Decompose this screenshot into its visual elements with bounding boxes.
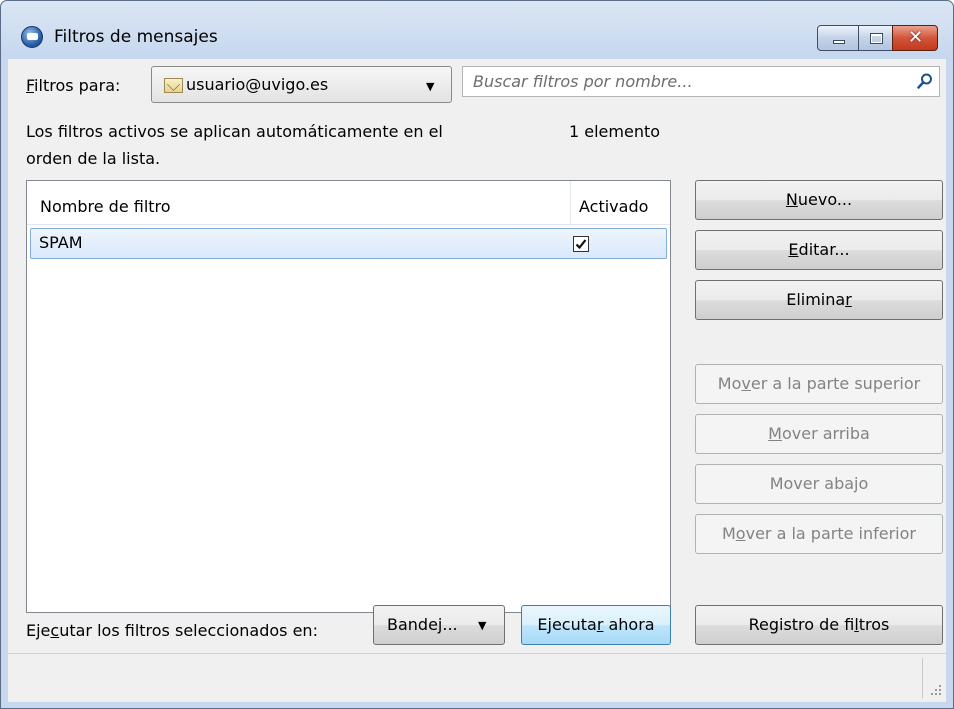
title-bar[interactable]: Filtros de mensajes ✕ xyxy=(1,1,953,59)
run-now-button[interactable]: Ejecutar ahora xyxy=(521,605,671,645)
delete-filter-button[interactable]: Eliminar xyxy=(695,280,943,320)
search-input[interactable] xyxy=(463,67,903,96)
chevron-down-icon: ▼ xyxy=(426,80,435,93)
thunderbird-icon xyxy=(21,26,43,48)
filter-enabled-checkbox[interactable] xyxy=(573,236,589,252)
move-up-button[interactable]: Mover arriba xyxy=(695,414,943,454)
chevron-down-icon: ▼ xyxy=(478,619,487,632)
folder-select-value: Bandej... xyxy=(387,615,458,634)
filter-name: SPAM xyxy=(39,233,83,252)
close-icon: ✕ xyxy=(908,27,924,48)
filter-list[interactable]: Nombre de filtro Activado SPAM xyxy=(26,180,671,613)
minimize-button[interactable] xyxy=(817,25,859,51)
move-to-bottom-button[interactable]: Mover a la parte inferior xyxy=(695,514,943,554)
filter-count: 1 elemento xyxy=(569,122,661,141)
account-value: usuario@uvigo.es xyxy=(186,75,329,94)
search-box[interactable] xyxy=(462,66,940,97)
info-text-line1: Los filtros activos se aplican automátic… xyxy=(26,122,443,141)
maximize-icon xyxy=(870,33,883,44)
filter-row[interactable]: SPAM xyxy=(30,228,667,259)
list-header: Nombre de filtro Activado xyxy=(27,181,670,225)
checkbox-checked-icon xyxy=(575,239,587,250)
info-text-line2: orden de la lista. xyxy=(26,149,161,168)
caption-buttons: ✕ xyxy=(817,25,938,51)
maximize-button[interactable] xyxy=(858,25,893,51)
column-separator[interactable] xyxy=(570,181,571,224)
run-filters-label: Ejecutar los filtros seleccionados en: xyxy=(26,621,318,640)
edit-filter-button[interactable]: Editar... xyxy=(695,230,943,270)
status-bar xyxy=(8,653,946,702)
filter-log-button[interactable]: Registro de filtros xyxy=(695,605,943,645)
new-filter-button[interactable]: Nuevo... xyxy=(695,180,943,220)
filters-window: Filtros de mensajes ✕ Filtros para: usua… xyxy=(0,0,954,709)
status-separator xyxy=(922,658,923,698)
column-header-name[interactable]: Nombre de filtro xyxy=(40,197,171,216)
column-header-enabled[interactable]: Activado xyxy=(579,197,648,216)
minimize-icon xyxy=(833,40,845,44)
window-title: Filtros de mensajes xyxy=(54,27,218,47)
account-select[interactable]: usuario@uvigo.es ▼ xyxy=(151,66,452,103)
resize-grip-icon[interactable] xyxy=(930,684,942,696)
dialog-body: Filtros para: usuario@uvigo.es ▼ Los fil… xyxy=(8,59,946,702)
folder-select[interactable]: Bandej... ▼ xyxy=(373,605,505,645)
mail-account-icon xyxy=(164,78,183,93)
move-down-button[interactable]: Mover abajo xyxy=(695,464,943,504)
search-icon[interactable] xyxy=(917,73,933,89)
close-button[interactable]: ✕ xyxy=(892,25,938,51)
filters-for-label: Filtros para: xyxy=(26,76,121,95)
move-to-top-button[interactable]: Mover a la parte superior xyxy=(695,364,943,404)
